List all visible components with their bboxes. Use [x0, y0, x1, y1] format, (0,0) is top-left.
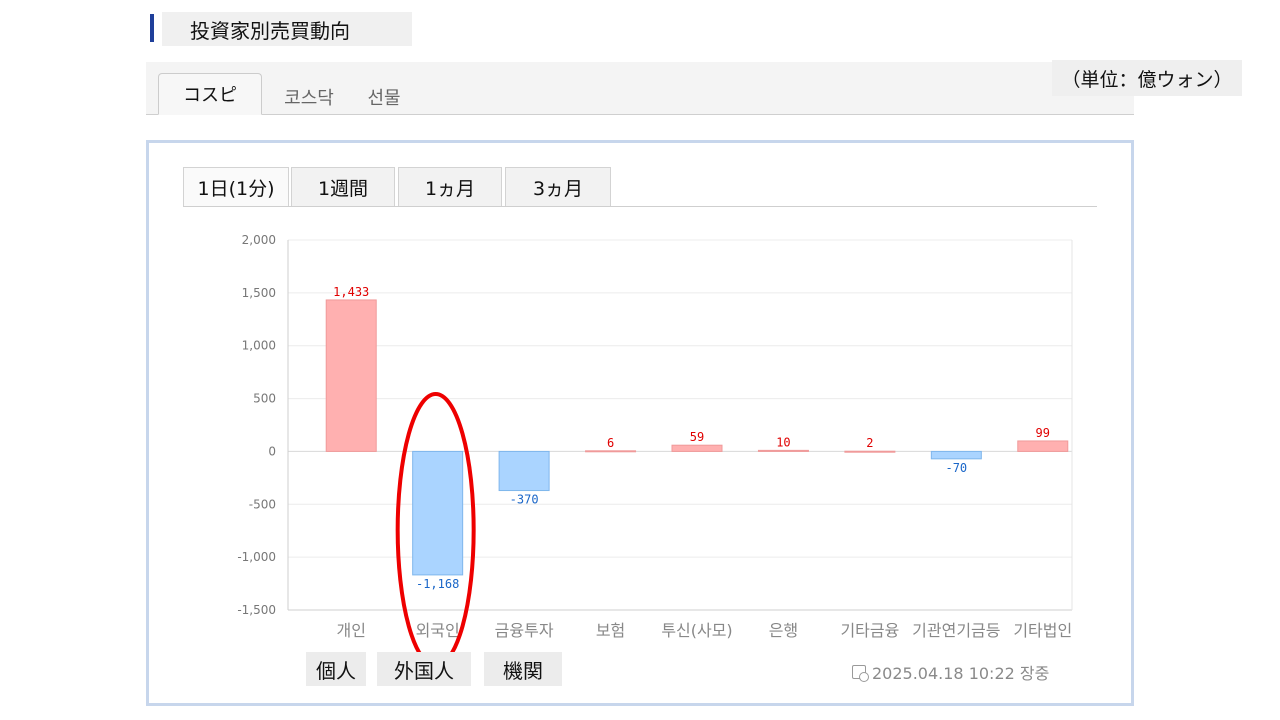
y-tick-label: 2,000 [242, 233, 276, 247]
bar [325, 299, 377, 452]
y-tick-label: -1,000 [237, 550, 276, 564]
timestamp: 2025.04.18 10:22 장중 [852, 660, 1049, 684]
annotation-individual: 個人 [306, 652, 366, 686]
data-label: -1,168 [416, 577, 459, 591]
x-tick-label: 금융투자 [495, 621, 554, 640]
y-tick-label: -500 [249, 497, 276, 511]
annotation-institution: 機関 [484, 652, 562, 686]
data-label: 10 [776, 435, 790, 449]
data-label: 59 [690, 430, 704, 444]
annotation-foreigner: 外国人 [377, 652, 471, 686]
bar [930, 450, 982, 460]
bar [671, 444, 723, 452]
calendar-clock-icon [852, 665, 869, 682]
data-label: 1,433 [333, 285, 369, 299]
bar [585, 450, 637, 453]
y-tick-label: 1,000 [242, 339, 276, 353]
investor-bar-chart: 2,000 1,500 1,000 500 0 -500 -1,000 -1,500 1,433… [237, 233, 1073, 668]
data-label: 99 [1036, 426, 1050, 440]
x-tick-label: 기타법인 [1013, 621, 1072, 640]
x-tick-label: 보험 [596, 621, 625, 640]
x-tick-label: 개인 [336, 621, 365, 640]
data-label: -70 [945, 461, 967, 475]
timestamp-text: 2025.04.18 10:22 장중 [872, 664, 1050, 683]
bar [412, 450, 464, 576]
bar [757, 449, 809, 452]
data-label: 2 [866, 436, 873, 450]
y-tick-label: 1,500 [242, 286, 276, 300]
y-tick-label: -1,500 [237, 603, 276, 617]
x-tick-label: 외국인 [416, 621, 460, 640]
y-tick-label: 500 [253, 392, 276, 406]
bar [844, 450, 896, 453]
x-tick-label: 기타금융 [840, 621, 899, 640]
data-label: -370 [510, 493, 539, 507]
x-tick-label: 은행 [769, 621, 798, 640]
y-tick-label: 0 [268, 444, 276, 458]
bar [1017, 440, 1069, 452]
x-tick-label: 기관연기금등 [912, 621, 1000, 640]
data-label: 6 [607, 436, 614, 450]
bar [498, 450, 550, 492]
x-tick-label: 투신(사모) [661, 621, 732, 640]
